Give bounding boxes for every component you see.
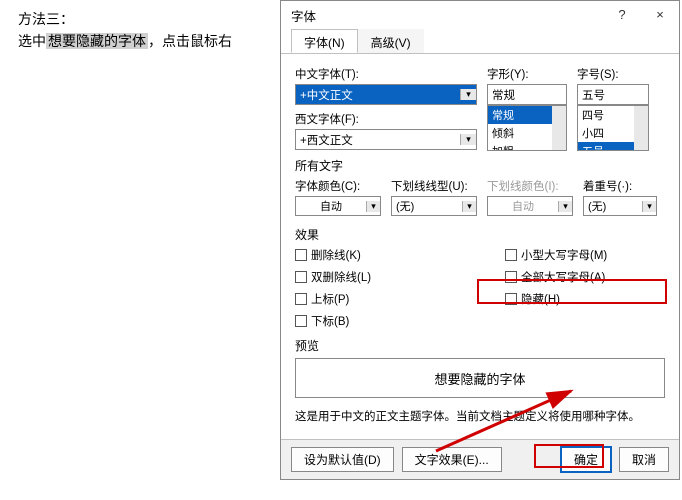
scrollbar[interactable] <box>634 106 648 150</box>
chevron-down-icon[interactable]: ▾ <box>462 201 476 212</box>
super-checkbox[interactable]: 上标(P) <box>295 291 505 307</box>
chinese-font-select[interactable]: +中文正文 ▾ <box>295 84 477 105</box>
ul-color-label: 下划线颜色(I): <box>487 178 573 194</box>
dialog-body: 中文字体(T): +中文正文 ▾ 西文字体(F): +西文正文 ▾ 字形(Y):… <box>281 54 679 428</box>
cancel-button[interactable]: 取消 <box>619 447 669 472</box>
help-button[interactable]: ? <box>603 1 641 29</box>
tab-advanced[interactable]: 高级(V) <box>358 29 424 53</box>
western-font-select[interactable]: +西文正文 ▾ <box>295 129 477 150</box>
alltext-label: 所有文字 <box>295 157 665 174</box>
emphasis-label: 着重号(·): <box>583 178 657 194</box>
underline-select[interactable]: (无) ▾ <box>391 196 477 216</box>
size-list[interactable]: 四号 小四 五号 <box>577 105 649 151</box>
selected-text: 想要隐藏的字体 <box>46 33 148 49</box>
allcaps-checkbox[interactable]: 全部大写字母(A) <box>505 269 605 285</box>
titlebar: 字体 ? × <box>281 1 679 29</box>
style-list[interactable]: 常规 倾斜 加粗 <box>487 105 567 151</box>
chevron-down-icon[interactable]: ▾ <box>366 201 380 212</box>
button-bar: 设为默认值(D) 文字效果(E)... 确定 取消 <box>281 439 679 479</box>
set-default-button[interactable]: 设为默认值(D) <box>291 447 394 472</box>
bg-line2: 选中想要隐藏的字体，点击鼠标右 <box>18 30 232 52</box>
style-label: 字形(Y): <box>487 66 567 82</box>
style-input[interactable] <box>487 84 567 105</box>
dblstrike-checkbox[interactable]: 双删除线(L) <box>295 269 505 285</box>
description: 这是用于中文的正文主题字体。当前文档主题定义将使用哪种字体。 <box>295 408 665 424</box>
sub-checkbox[interactable]: 下标(B) <box>295 313 349 329</box>
smallcaps-checkbox[interactable]: 小型大写字母(M) <box>505 247 607 263</box>
ul-color-select: 自动 ▾ <box>487 196 573 216</box>
text-effects-button[interactable]: 文字效果(E)... <box>402 447 502 472</box>
emphasis-select[interactable]: (无) ▾ <box>583 196 657 216</box>
bg-line1: 方法三： <box>18 8 232 30</box>
preview-box: 想要隐藏的字体 <box>295 358 665 398</box>
chevron-down-icon: ▾ <box>558 201 572 212</box>
chevron-down-icon[interactable]: ▾ <box>460 134 476 145</box>
chevron-down-icon[interactable]: ▾ <box>460 89 476 100</box>
hidden-checkbox[interactable]: 隐藏(H) <box>505 291 560 307</box>
chevron-down-icon[interactable]: ▾ <box>642 201 656 212</box>
underline-label: 下划线线型(U): <box>391 178 477 194</box>
dialog-title: 字体 <box>291 6 603 25</box>
size-input[interactable] <box>577 84 649 105</box>
font-color-select[interactable]: 自动 ▾ <box>295 196 381 216</box>
strike-checkbox[interactable]: 删除线(K) <box>295 247 505 263</box>
font-color-label: 字体颜色(C): <box>295 178 381 194</box>
font-dialog: 字体 ? × 字体(N) 高级(V) 中文字体(T): +中文正文 ▾ 西文字体… <box>280 0 680 480</box>
preview-text: 想要隐藏的字体 <box>434 369 525 388</box>
preview-label: 预览 <box>295 337 665 354</box>
size-label: 字号(S): <box>577 66 649 82</box>
ok-button[interactable]: 确定 <box>561 447 611 472</box>
tab-strip: 字体(N) 高级(V) <box>281 29 679 54</box>
chinese-font-label: 中文字体(T): <box>295 66 477 82</box>
scrollbar[interactable] <box>552 106 566 150</box>
background-text: 方法三： 选中想要隐藏的字体，点击鼠标右 <box>18 8 232 52</box>
tab-font[interactable]: 字体(N) <box>291 29 358 53</box>
effects-label: 效果 <box>295 226 665 243</box>
western-font-label: 西文字体(F): <box>295 111 477 127</box>
close-button[interactable]: × <box>641 1 679 29</box>
